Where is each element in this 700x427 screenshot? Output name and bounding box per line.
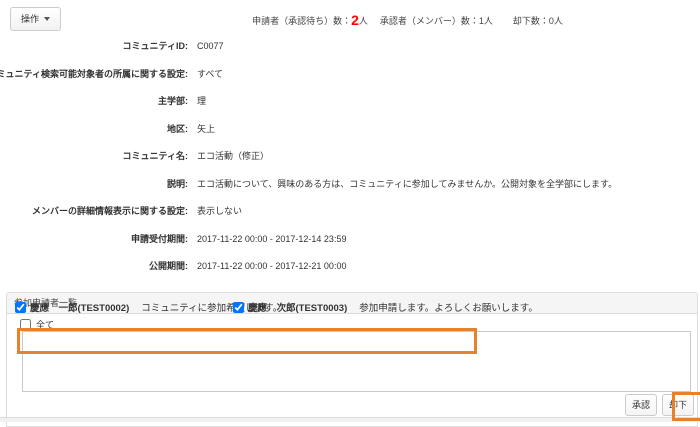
detail-label: 主学部:	[0, 95, 188, 108]
applicant-name: 慶應 次郎(TEST0003)	[248, 300, 347, 314]
detail-row-community-id: コミュニティID: C0077	[0, 40, 700, 53]
applicants-waiting-label: 申請者（承認待ち）数：	[252, 16, 351, 26]
approve-button[interactable]: 承認	[625, 394, 657, 416]
operations-button-label: 操作	[21, 8, 39, 30]
detail-label: コミュニティID:	[0, 40, 188, 53]
applicant-name: 慶應 一郎(TEST0002)	[30, 300, 129, 314]
select-all-row: 全て	[20, 318, 54, 331]
applicant-item: 慶應 次郎(TEST0003) 参加申請します。よろしくお願いします。	[233, 300, 538, 314]
detail-label: メンバーの詳細情報表示に関する設定:	[0, 205, 188, 218]
detail-value: 理	[197, 95, 700, 108]
community-details: コミュニティID: C0077 コミュニティ検索可能対象者の所属に関する設定: …	[0, 40, 700, 288]
applicant-listbox	[22, 331, 691, 392]
detail-label: 地区:	[0, 123, 188, 136]
reject-button[interactable]: 却下	[662, 394, 694, 416]
applicant-message: 参加申請します。よろしくお願いします。	[359, 300, 538, 314]
detail-value: すべて	[197, 68, 700, 81]
detail-row-district: 地区: 矢上	[0, 123, 700, 136]
detail-row-main-faculty: 主学部: 理	[0, 95, 700, 108]
detail-label: コミュニティ名:	[0, 150, 188, 163]
caret-down-icon	[44, 17, 50, 21]
bottom-strip	[0, 417, 700, 422]
detail-value: 2017-11-22 00:00 - 2017-12-21 00:00	[197, 260, 700, 273]
detail-label: 申請受付期間:	[0, 233, 188, 246]
applicants-waiting-count: 2	[351, 12, 359, 28]
select-all-label: 全て	[36, 318, 54, 331]
detail-row-public-period: 公開期間: 2017-11-22 00:00 - 2017-12-21 00:0…	[0, 260, 700, 273]
select-all-checkbox[interactable]	[20, 319, 31, 330]
detail-row-description: 説明: エコ活動について、興味のある方は、コミュニティに参加してみませんか。公開…	[0, 178, 700, 191]
applicant-list-panel: 参加申請者一覧 全て 慶應 一郎(TEST0002) コミュニティに参加希望しま…	[6, 292, 698, 427]
operations-button[interactable]: 操作	[10, 7, 61, 31]
detail-row-member-info-setting: メンバーの詳細情報表示に関する設定: 表示しない	[0, 205, 700, 218]
detail-value: エコ活動について、興味のある方は、コミュニティに参加してみませんか。公開対象を全…	[197, 178, 700, 191]
detail-value: C0077	[197, 40, 700, 53]
applicant-checkbox[interactable]	[15, 302, 26, 313]
applicant-checkbox[interactable]	[233, 302, 244, 313]
rejected-count-text: 却下数：0人	[513, 16, 563, 26]
detail-label: 公開期間:	[0, 260, 188, 273]
detail-row-community-name: コミュニティ名: エコ活動（修正）	[0, 150, 700, 163]
approvers-count-text: 承認者（メンバー）数：1人	[380, 16, 493, 26]
detail-row-application-period: 申請受付期間: 2017-11-22 00:00 - 2017-12-14 23…	[0, 233, 700, 246]
detail-value: 2017-11-22 00:00 - 2017-12-14 23:59	[197, 233, 700, 246]
detail-label: 説明:	[0, 178, 188, 191]
detail-label: コミュニティ検索可能対象者の所属に関する設定:	[0, 68, 188, 81]
applicant-stats: 申請者（承認待ち）数：2人 承認者（メンバー）数：1人 却下数：0人	[115, 13, 700, 28]
detail-value: エコ活動（修正）	[197, 150, 700, 163]
detail-row-search-target-setting: コミュニティ検索可能対象者の所属に関する設定: すべて	[0, 68, 700, 81]
detail-value: 矢上	[197, 123, 700, 136]
applicant-action-buttons: 承認 却下	[625, 394, 694, 416]
detail-value: 表示しない	[197, 205, 700, 218]
applicants-waiting-unit: 人	[359, 16, 368, 26]
